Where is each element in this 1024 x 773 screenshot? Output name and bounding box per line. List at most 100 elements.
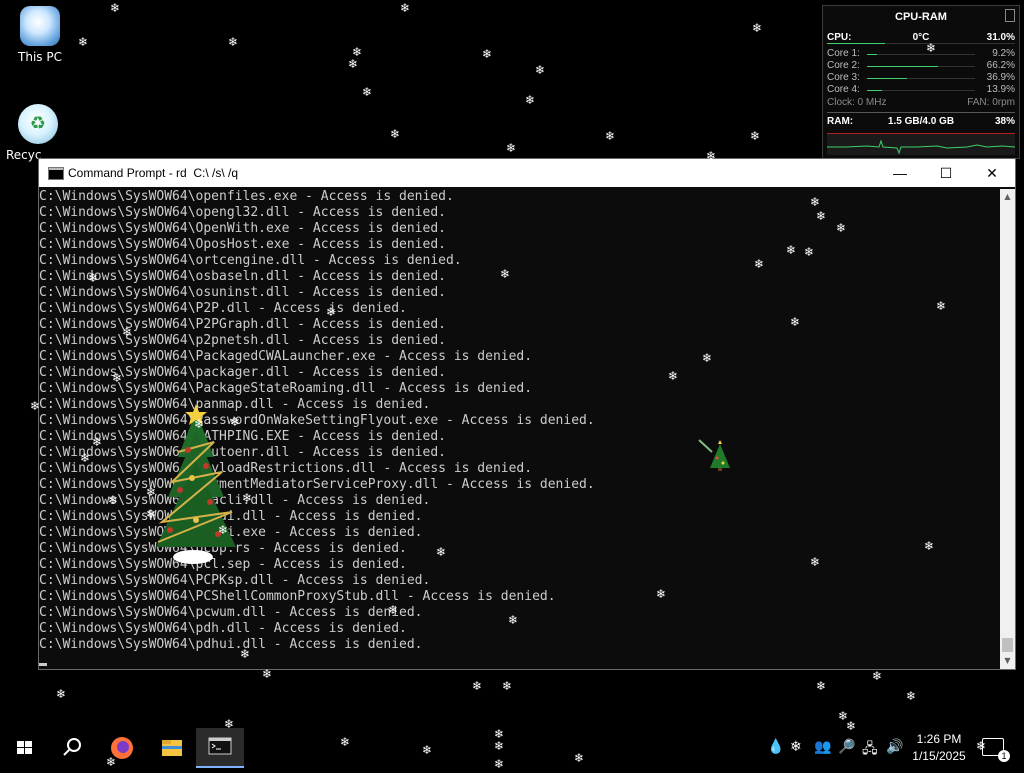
snowflake-icon: ❄ xyxy=(348,57,359,71)
taskbar-clock[interactable]: 1:26 PM 1/15/2025 xyxy=(906,731,972,765)
snowflake-icon: ❄ xyxy=(872,669,883,683)
gadget-ram-row: RAM: 1.5 GB/4.0 GB 38% xyxy=(827,116,1015,128)
gadget-close-icon[interactable] xyxy=(1005,9,1015,22)
console-line: C:\Windows\SysWOW64\opengl32.dll - Acces… xyxy=(39,205,446,220)
snowflake-icon: ❄ xyxy=(906,689,917,703)
window-titlebar[interactable]: Command Prompt - rd C:\ /s\ /q — ☐ ✕ xyxy=(39,159,1015,187)
gadget-core-row: Core 3: 36.9% xyxy=(827,72,1015,84)
notification-center-icon[interactable]: 1 xyxy=(982,738,1010,762)
snowflake-icon: ❄ xyxy=(535,63,546,77)
console-line: C:\Windows\SysWOW64\packager.dll - Acces… xyxy=(39,365,446,380)
gadget-core-row: Core 1: 9.2% xyxy=(827,48,1015,60)
console-line: C:\Windows\SysWOW64\osuninst.dll - Acces… xyxy=(39,285,446,300)
console-line: C:\Windows\SysWOW64\pcwum.dll - Access i… xyxy=(39,605,423,620)
snowflake-icon: ❄ xyxy=(816,679,827,693)
core-label: Core 2: xyxy=(827,60,860,71)
mouse-pointer-tree-icon xyxy=(698,438,732,472)
snowflake-icon: ❄ xyxy=(228,35,239,49)
minimize-button[interactable]: — xyxy=(877,159,923,187)
vertical-scrollbar[interactable]: ▲ ▼ xyxy=(1000,189,1015,669)
console-line: C:\Windows\SysWOW64\PCShellCommonProxySt… xyxy=(39,589,556,604)
droplet-icon[interactable]: 💧 xyxy=(767,738,784,755)
console-line: C:\Windows\SysWOW64\P2P.dll - Access is … xyxy=(39,301,407,316)
gadget-cpu-row: CPU: 0°C 31.0% xyxy=(827,32,1015,44)
snowflake-icon: ❄ xyxy=(502,679,513,693)
snowflake-icon: ❄ xyxy=(390,127,401,141)
cpu-bar xyxy=(827,43,1015,44)
console-line: C:\Windows\SysWOW64\osbaseln.dll - Acces… xyxy=(39,269,446,284)
scroll-up-icon[interactable]: ▲ xyxy=(1000,189,1015,205)
console-line: C:\Windows\SysWOW64\pdhui.dll - Access i… xyxy=(39,637,423,652)
snowflake-icon: ❄ xyxy=(482,47,493,61)
console-line: C:\Windows\SysWOW64\P2PGraph.dll - Acces… xyxy=(39,317,446,332)
snowflake-icon[interactable]: ❄ xyxy=(790,738,802,755)
console-line: C:\Windows\SysWOW64\openfiles.exe - Acce… xyxy=(39,189,454,204)
desktop-icon-label: This PC xyxy=(18,50,62,64)
magnifier-icon[interactable]: 🔎 xyxy=(838,738,855,755)
console-line: C:\Windows\SysWOW64\pdh.dll - Access is … xyxy=(39,621,407,636)
window-title: Command Prompt - rd C:\ /s\ /q xyxy=(68,166,239,180)
close-button[interactable]: ✕ xyxy=(969,159,1015,187)
clock-time: 1:26 PM xyxy=(916,732,962,746)
computer-icon xyxy=(20,6,60,46)
start-button[interactable] xyxy=(0,728,48,768)
core-label: Core 3: xyxy=(827,72,860,83)
taskbar: 💧 ❄ 👥 🔎 🖧 🔊 1:26 PM 1/15/2025 1 xyxy=(0,728,1024,768)
console-line: C:\Windows\SysWOW64\PackageStateRoaming.… xyxy=(39,381,533,396)
core-bar xyxy=(867,54,975,55)
core-label: Core 4: xyxy=(827,84,860,95)
core-value: 9.2% xyxy=(992,48,1015,59)
gadget-core-row: Core 2: 66.2% xyxy=(827,60,1015,72)
snowflake-icon: ❄ xyxy=(352,45,363,59)
gadget-divider xyxy=(827,112,1015,113)
core-value: 36.9% xyxy=(986,72,1015,83)
snowflake-icon: ❄ xyxy=(525,93,536,107)
snowflake-icon: ❄ xyxy=(750,129,761,143)
core-bar xyxy=(867,66,975,67)
terminal-icon xyxy=(208,737,232,755)
cpu-ram-gadget: CPU-RAM CPU: 0°C 31.0% Core 1: 9.2% Core… xyxy=(822,5,1020,159)
search-icon xyxy=(63,738,81,756)
taskbar-command-prompt[interactable] xyxy=(196,728,244,768)
ram-usage: 1.5 GB/4.0 GB xyxy=(887,116,955,127)
console-app-icon xyxy=(48,167,64,180)
recycle-bin-icon: ♻ xyxy=(18,104,58,144)
gadget-clock-row: Clock: 0 MHz FAN: 0rpm xyxy=(827,97,1015,109)
core-bar xyxy=(867,90,975,91)
clock-date: 1/15/2025 xyxy=(912,749,966,763)
snowflake-icon: ❄ xyxy=(362,85,373,99)
scroll-down-icon[interactable]: ▼ xyxy=(1000,653,1015,669)
snowflake-icon: ❄ xyxy=(506,141,517,155)
gadget-core-row: Core 4: 13.9% xyxy=(827,84,1015,96)
ram-percent: 38% xyxy=(994,116,1015,127)
christmas-tree-image xyxy=(148,402,244,572)
console-line: C:\Windows\SysWOW64\PackagedCWALauncher.… xyxy=(39,349,533,364)
snowflake-icon: ❄ xyxy=(56,687,67,701)
firefox-icon xyxy=(111,737,133,759)
cpu-history-graph xyxy=(827,133,1016,155)
core-value: 66.2% xyxy=(986,60,1015,71)
notification-count: 1 xyxy=(998,750,1010,762)
network-icon[interactable]: 🖧 xyxy=(862,738,878,762)
network-people-icon[interactable]: 👥 xyxy=(814,738,831,755)
search-button[interactable] xyxy=(48,728,96,768)
console-line: C:\Windows\SysWOW64\ortcengine.dll - Acc… xyxy=(39,253,462,268)
desktop-icon-recycle-bin[interactable]: ♻ Recyc xyxy=(0,104,78,162)
maximize-button[interactable]: ☐ xyxy=(923,159,969,187)
desktop-icon-this-pc[interactable]: This PC xyxy=(0,6,80,64)
fan-label: FAN: 0rpm xyxy=(967,97,1015,108)
taskbar-file-explorer[interactable] xyxy=(148,728,196,768)
core-label: Core 1: xyxy=(827,48,860,59)
console-line: C:\Windows\SysWOW64\PCPKsp.dll - Access … xyxy=(39,573,431,588)
console-line: C:\Windows\SysWOW64\p2pnetsh.dll - Acces… xyxy=(39,333,446,348)
scrollbar-thumb[interactable] xyxy=(1002,638,1013,652)
clock-label: Clock: 0 MHz xyxy=(827,97,887,108)
folder-icon xyxy=(162,740,182,756)
snowflake-icon: ❄ xyxy=(472,679,483,693)
gadget-title: CPU-RAM xyxy=(895,11,947,23)
taskbar-firefox[interactable] xyxy=(98,728,146,768)
console-line: C:\Windows\SysWOW64\OpenWith.exe - Acces… xyxy=(39,221,446,236)
text-cursor xyxy=(39,663,47,666)
volume-icon[interactable]: 🔊 xyxy=(886,738,903,755)
windows-icon xyxy=(17,741,32,754)
